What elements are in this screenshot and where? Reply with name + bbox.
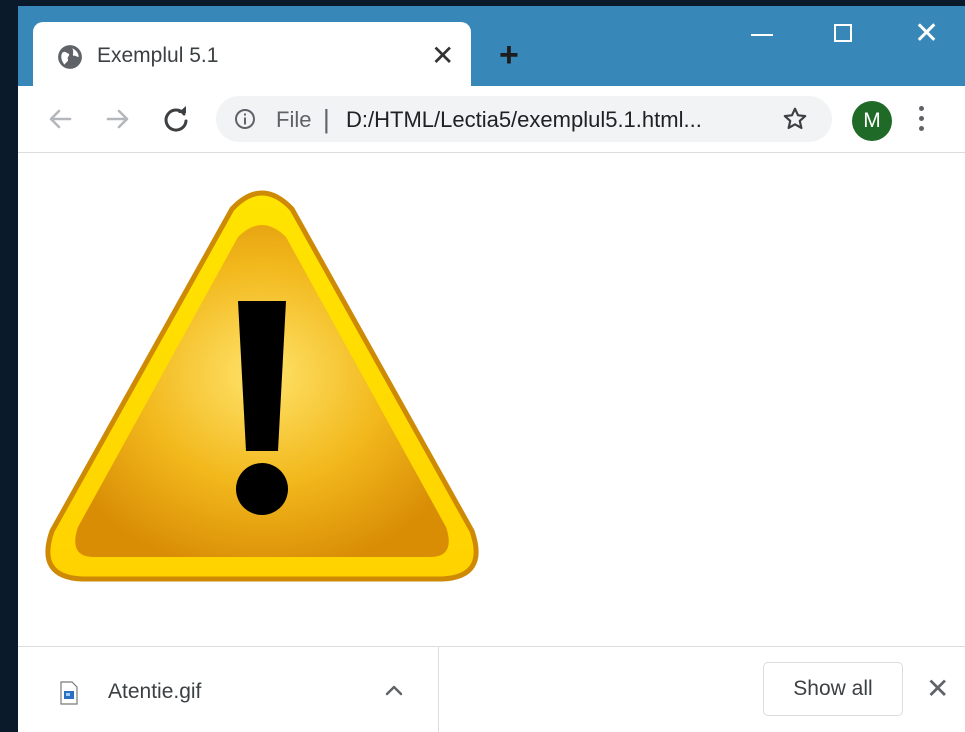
image-file-icon <box>60 681 78 705</box>
new-tab-button[interactable]: + <box>499 38 519 72</box>
profile-avatar[interactable]: M <box>852 101 892 141</box>
browser-window: Exemplul 5.1 ✕ + ✕ File | D:/HTML/Lectia… <box>18 6 965 732</box>
download-item[interactable]: Atentie.gif <box>18 647 439 732</box>
scheme-separator: | <box>323 104 330 134</box>
toolbar: File | D:/HTML/Lectia5/exemplul5.1.html.… <box>18 86 965 153</box>
page-content <box>18 153 965 646</box>
address-bar[interactable]: File | D:/HTML/Lectia5/exemplul5.1.html.… <box>216 96 832 142</box>
more-menu-icon[interactable] <box>916 106 926 136</box>
download-bar-close-icon[interactable]: ✕ <box>926 675 949 703</box>
scheme-label: File <box>276 107 312 132</box>
bookmark-star-icon[interactable] <box>782 106 808 132</box>
warning-triangle-image <box>45 190 479 582</box>
tab-close-icon[interactable]: ✕ <box>431 42 454 70</box>
back-arrow-icon[interactable] <box>44 103 76 135</box>
minimize-button[interactable] <box>751 34 773 36</box>
window-close-button[interactable]: ✕ <box>914 19 939 49</box>
tab-exemplul[interactable]: Exemplul 5.1 ✕ <box>33 22 471 86</box>
download-bar: Atentie.gif Show all ✕ <box>18 646 965 732</box>
title-bar: Exemplul 5.1 ✕ + ✕ <box>18 6 965 86</box>
download-file-name: Atentie.gif <box>108 680 202 703</box>
globe-icon <box>58 45 82 69</box>
show-all-button[interactable]: Show all <box>763 662 903 716</box>
chevron-up-icon[interactable] <box>384 683 404 697</box>
tab-title: Exemplul 5.1 <box>97 44 219 67</box>
maximize-button[interactable] <box>834 24 852 42</box>
reload-icon[interactable] <box>160 103 192 135</box>
url-text[interactable]: D:/HTML/Lectia5/exemplul5.1.html... <box>346 107 702 133</box>
info-icon[interactable] <box>234 108 256 130</box>
forward-arrow-icon[interactable] <box>102 103 134 135</box>
